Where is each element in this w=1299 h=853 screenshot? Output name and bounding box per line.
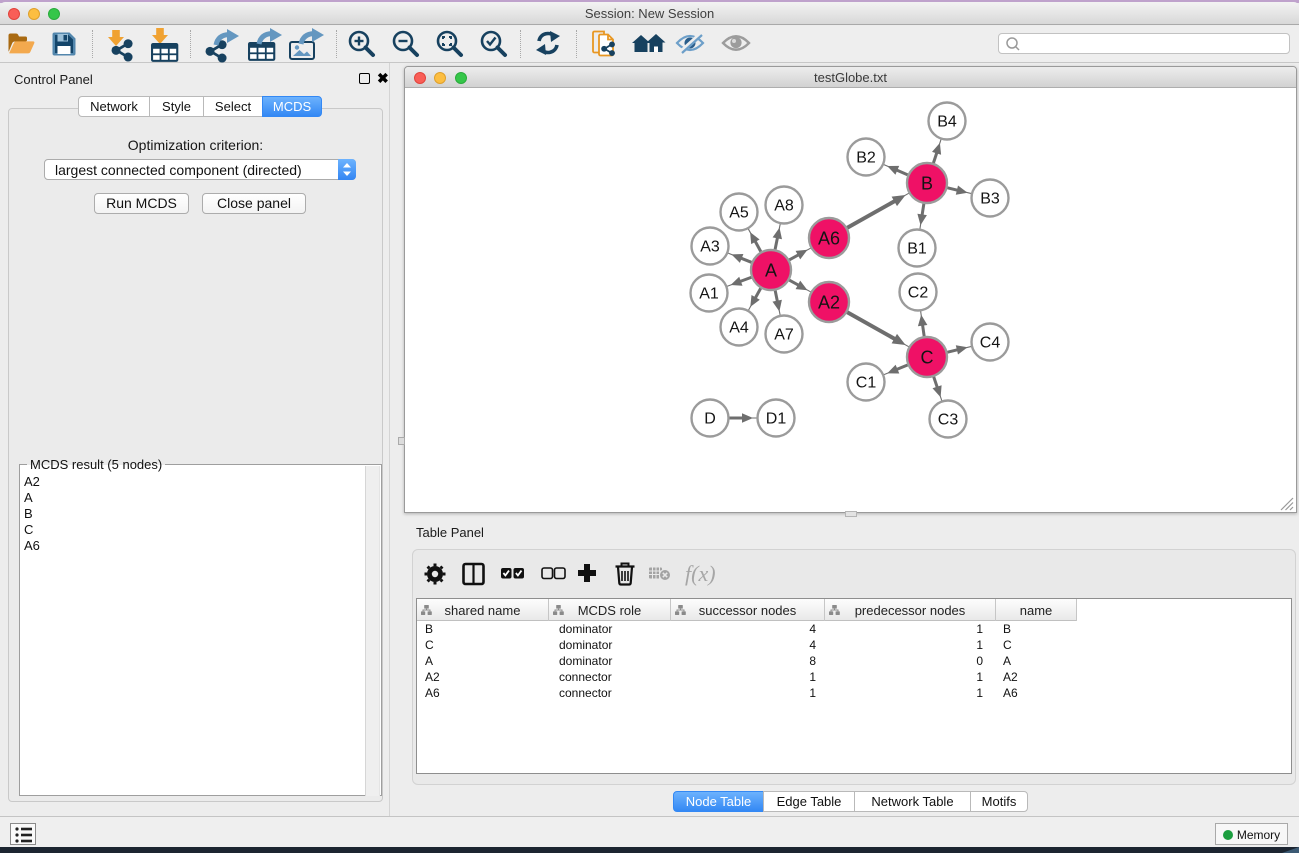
svg-text:A4: A4 <box>729 320 749 337</box>
svg-text:A2: A2 <box>818 293 840 313</box>
svg-text:C4: C4 <box>980 335 1001 352</box>
svg-text:B2: B2 <box>856 150 876 167</box>
svg-text:C: C <box>921 348 934 368</box>
svg-text:A6: A6 <box>818 229 840 249</box>
svg-text:C3: C3 <box>938 412 959 429</box>
svg-text:A5: A5 <box>729 205 749 222</box>
svg-text:B3: B3 <box>980 191 1000 208</box>
svg-text:A1: A1 <box>699 286 719 303</box>
svg-text:D: D <box>704 411 716 428</box>
svg-text:A3: A3 <box>700 239 720 256</box>
svg-text:f(x): f(x) <box>685 561 716 586</box>
svg-text:C1: C1 <box>856 375 877 392</box>
svg-text:D1: D1 <box>766 411 787 428</box>
svg-text:A8: A8 <box>774 198 794 215</box>
svg-text:A7: A7 <box>774 327 794 344</box>
svg-text:B1: B1 <box>907 241 927 258</box>
svg-text:B: B <box>921 174 933 194</box>
svg-text:B4: B4 <box>937 114 957 131</box>
svg-text:A: A <box>765 261 777 281</box>
svg-text:C2: C2 <box>908 285 929 302</box>
